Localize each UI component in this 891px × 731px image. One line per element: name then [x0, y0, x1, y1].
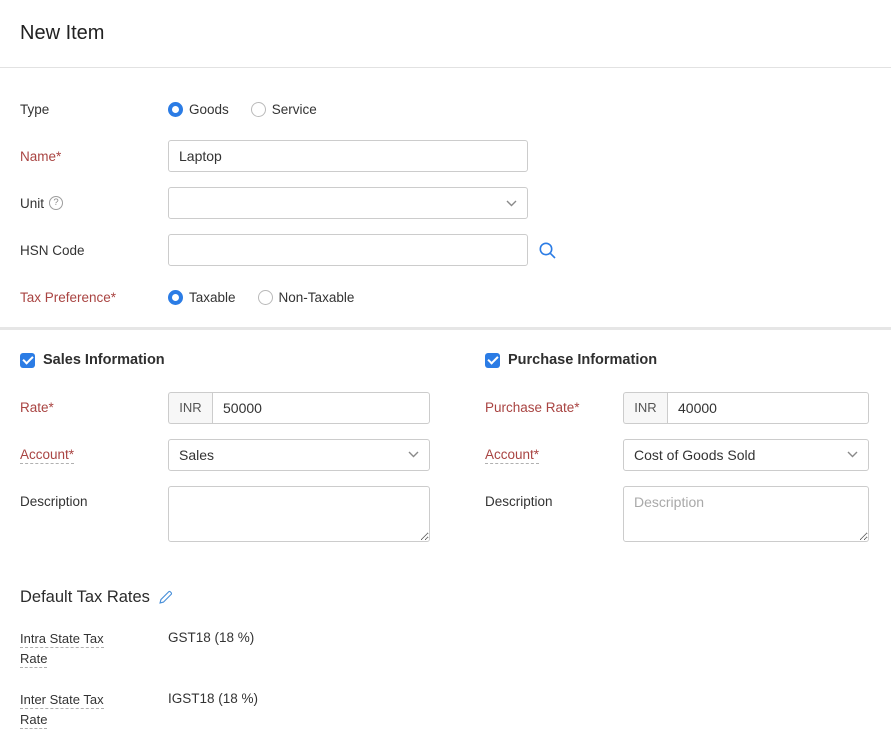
page-title: New Item [20, 22, 871, 45]
unit-label-text: Unit [20, 196, 44, 211]
type-radio-goods-label: Goods [189, 102, 229, 117]
sales-description-row: Description [20, 486, 430, 542]
purchase-information-column: Purchase Information Purchase Rate* INR … [485, 352, 869, 557]
default-tax-rates-heading-row: Default Tax Rates [20, 588, 871, 607]
currency-prefix: INR [168, 392, 212, 424]
intra-state-tax-value: GST18 (18 %) [168, 629, 254, 645]
sales-rate-field: INR [168, 392, 430, 424]
intra-state-tax-label-text: Intra State Tax Rate [20, 631, 104, 668]
sales-account-row: Account* Sales [20, 439, 430, 471]
name-label: Name* [20, 149, 168, 164]
sales-account-field: Sales [168, 439, 430, 471]
inter-state-tax-label-text: Inter State Tax Rate [20, 692, 104, 729]
search-icon[interactable] [538, 241, 557, 260]
tax-pref-radio-taxable-label: Taxable [189, 290, 236, 305]
tax-preference-row: Tax Preference* Taxable Non-Taxable [20, 281, 871, 313]
sales-account-label: Account* [20, 447, 168, 462]
type-radio-service-label: Service [272, 102, 317, 117]
default-tax-rates-heading: Default Tax Rates [20, 588, 150, 607]
default-tax-rates-section: Default Tax Rates Intra State Tax Rate G… [0, 557, 891, 730]
sales-rate-row: Rate* INR [20, 392, 430, 424]
sales-information-title: Sales Information [43, 352, 165, 368]
purchase-account-row: Account* Cost of Goods Sold [485, 439, 869, 471]
intra-state-tax-label: Intra State Tax Rate [20, 629, 168, 669]
purchase-rate-label: Purchase Rate* [485, 400, 623, 415]
sales-rate-label: Rate* [20, 400, 168, 415]
tax-pref-radio-taxable[interactable]: Taxable [168, 290, 236, 305]
sales-information-checkbox[interactable]: Sales Information [20, 352, 165, 368]
purchase-rate-input[interactable] [667, 392, 869, 424]
purchase-information-title: Purchase Information [508, 352, 657, 368]
chevron-down-icon [506, 200, 517, 207]
unit-field [168, 187, 528, 219]
checkbox-checked-icon [485, 353, 500, 368]
chevron-down-icon [847, 451, 858, 458]
page-header: New Item [0, 0, 891, 68]
type-label: Type [20, 102, 168, 117]
purchase-account-label: Account* [485, 447, 623, 462]
purchase-description-field [623, 486, 869, 542]
type-radio-service[interactable]: Service [251, 102, 317, 117]
hsn-code-row: HSN Code [20, 234, 871, 266]
purchase-account-select[interactable]: Cost of Goods Sold [623, 439, 869, 471]
inter-state-tax-row: Inter State Tax Rate IGST18 (18 %) [20, 690, 871, 730]
sales-account-label-text: Account* [20, 447, 74, 464]
tax-preference-label: Tax Preference* [20, 290, 168, 305]
inter-state-tax-value: IGST18 (18 %) [168, 690, 258, 706]
purchase-account-label-text: Account* [485, 447, 539, 464]
type-radio-goods[interactable]: Goods [168, 102, 229, 117]
sales-rate-input[interactable] [212, 392, 430, 424]
radio-selected-icon [168, 102, 183, 117]
sales-description-textarea[interactable] [168, 486, 430, 542]
radio-unselected-icon [251, 102, 266, 117]
name-field [168, 140, 528, 172]
tax-pref-radio-non-taxable[interactable]: Non-Taxable [258, 290, 355, 305]
inter-state-tax-label: Inter State Tax Rate [20, 690, 168, 730]
sales-information-column: Sales Information Rate* INR Account* [20, 352, 430, 557]
purchase-description-textarea[interactable] [623, 486, 869, 542]
radio-selected-icon [168, 290, 183, 305]
type-field: Goods Service [168, 102, 339, 117]
edit-pencil-icon[interactable] [158, 590, 173, 605]
purchase-description-label: Description [485, 486, 623, 509]
purchase-rate-row: Purchase Rate* INR [485, 392, 869, 424]
tax-preference-field: Taxable Non-Taxable [168, 290, 376, 305]
purchase-information-header: Purchase Information [485, 352, 869, 371]
name-input[interactable] [168, 140, 528, 172]
item-details-form: Type Goods Service Name* Unit [0, 68, 891, 327]
purchase-description-row: Description [485, 486, 869, 542]
hsn-code-input[interactable] [168, 234, 528, 266]
hsn-code-field [168, 234, 557, 266]
sales-purchase-section: Sales Information Rate* INR Account* [0, 330, 891, 557]
help-icon[interactable]: ? [49, 196, 63, 210]
purchase-account-select-value: Cost of Goods Sold [634, 447, 755, 463]
unit-row: Unit ? [20, 187, 871, 219]
tax-pref-radio-non-taxable-label: Non-Taxable [279, 290, 355, 305]
new-item-page: New Item Type Goods Service Name* [0, 0, 891, 731]
hsn-code-label: HSN Code [20, 243, 168, 258]
purchase-information-checkbox[interactable]: Purchase Information [485, 352, 657, 368]
purchase-account-field: Cost of Goods Sold [623, 439, 869, 471]
sales-account-select[interactable]: Sales [168, 439, 430, 471]
sales-information-header: Sales Information [20, 352, 430, 371]
unit-label: Unit ? [20, 196, 168, 211]
name-row: Name* [20, 140, 871, 172]
chevron-down-icon [408, 451, 419, 458]
sales-account-select-value: Sales [179, 447, 214, 463]
type-row: Type Goods Service [20, 93, 871, 125]
radio-unselected-icon [258, 290, 273, 305]
sales-description-label: Description [20, 486, 168, 509]
sales-description-field [168, 486, 430, 542]
intra-state-tax-row: Intra State Tax Rate GST18 (18 %) [20, 629, 871, 669]
checkbox-checked-icon [20, 353, 35, 368]
currency-prefix: INR [623, 392, 667, 424]
unit-select[interactable] [168, 187, 528, 219]
purchase-rate-field: INR [623, 392, 869, 424]
